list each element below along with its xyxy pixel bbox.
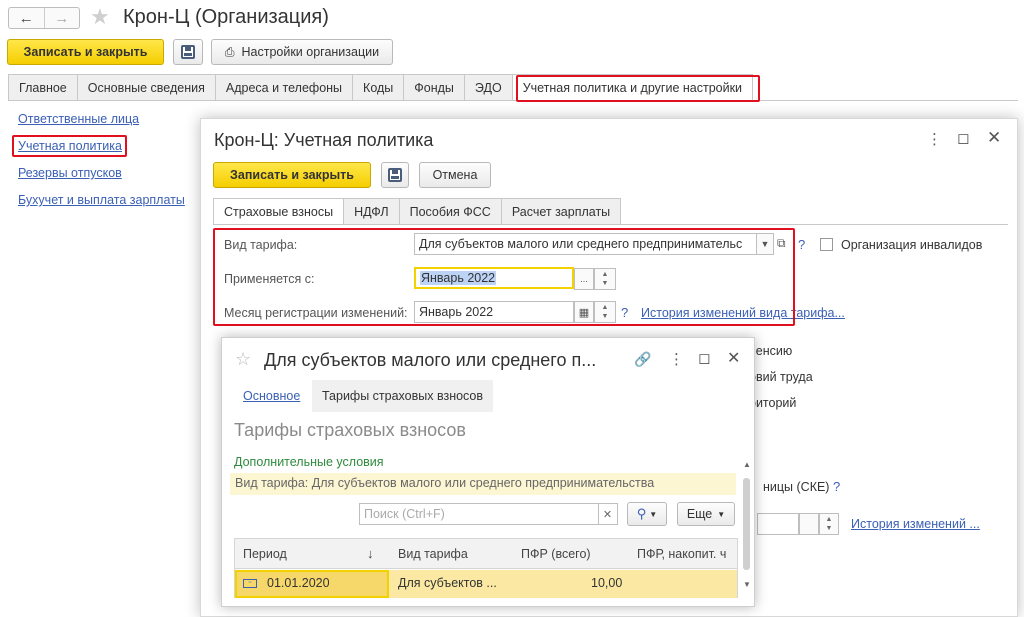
col-tariff[interactable]: Вид тарифа (398, 547, 468, 561)
tab-insurance[interactable]: Страховые взносы (213, 198, 345, 224)
dialog-tabs: Страховые взносы НДФЛ Пособия ФСС Расчет… (213, 198, 622, 224)
favorite-star-icon[interactable]: ☆ (235, 349, 251, 370)
sidenav-responsible[interactable]: Ответственные лица (18, 112, 139, 126)
cell-tariff: Для субъектов ... (398, 576, 497, 590)
hidden-text-pension: пенсию (749, 344, 793, 358)
more-vertical-icon[interactable]: ⋮ (927, 130, 942, 148)
col-pfr[interactable]: ПФР (всего) (521, 547, 591, 561)
chevron-down-icon: ▼ (717, 509, 726, 519)
link-icon[interactable]: 🔗 (634, 351, 651, 368)
table-row[interactable]: ~ 01.01.2020 Для субъектов ... 10,00 (235, 570, 737, 598)
scroll-down-icon[interactable]: ▼ (743, 580, 751, 589)
maximize-icon[interactable]: ◻ (957, 129, 969, 147)
spin-down-icon[interactable]: ▼ (826, 524, 833, 533)
close-icon[interactable]: ✕ (727, 348, 740, 368)
scroll-up-icon[interactable]: ▲ (743, 460, 751, 469)
clear-search-icon[interactable]: ✕ (598, 503, 618, 525)
maximize-icon[interactable]: ◻ (698, 349, 710, 367)
back-arrow-icon[interactable]: ← (9, 8, 44, 28)
disabled-org-checkbox[interactable] (820, 238, 833, 251)
spin-up-icon[interactable]: ▲ (826, 515, 833, 524)
popup-tab-main[interactable]: Основное (243, 389, 300, 403)
tab-codes[interactable]: Коды (352, 74, 405, 100)
ske-spinner[interactable]: ▲ ▼ (819, 513, 839, 535)
dialog-save-button[interactable] (381, 162, 409, 188)
close-icon[interactable]: ✕ (987, 128, 1001, 148)
highlight-policy-tab (516, 75, 760, 102)
org-settings-button[interactable]: ⎙ Настройки организации (211, 39, 393, 65)
save-close-button[interactable]: Записать и закрыть (7, 39, 164, 65)
highlight-policy-link (12, 135, 127, 157)
col-period[interactable]: Период (243, 547, 287, 561)
tab-edo[interactable]: ЭДО (463, 74, 513, 100)
tab-fss[interactable]: Пособия ФСС (398, 198, 502, 224)
search-input[interactable]: Поиск (Ctrl+F) (359, 503, 599, 525)
cell-pfr: 10,00 (591, 576, 623, 590)
table-header: Период ↓ Вид тарифа ПФР (всего) ПФР, нак… (235, 539, 737, 569)
tab-funds[interactable]: Фонды (403, 74, 465, 100)
hidden-text-work: овий труда (749, 370, 813, 384)
tariff-help-icon[interactable]: ? (798, 237, 805, 252)
tariff-info-bar: Вид тарифа: Для субъектов малого или сре… (230, 473, 736, 495)
cancel-button[interactable]: Отмена (419, 162, 491, 188)
popup-tab-rates[interactable]: Тарифы страховых взносов (312, 380, 493, 412)
row-record-icon: ~ (243, 579, 257, 588)
ske-select-button[interactable] (799, 513, 819, 535)
popup-title: Для субъектов малого или среднего п... (264, 350, 597, 370)
more-button[interactable]: Еще ▼ (677, 502, 735, 526)
hidden-text-ske: ницы (СКЕ) (763, 480, 830, 494)
chevron-down-icon: ▼ (649, 509, 658, 519)
hidden-text-territory: риторий (749, 396, 797, 410)
window-title: Крон-Ц (Организация) (123, 6, 329, 28)
floppy-disk-icon (388, 168, 402, 182)
highlight-tariff-fields (213, 228, 795, 326)
forward-arrow-icon[interactable]: → (43, 8, 80, 28)
dialog-title: Крон-Ц: Учетная политика (214, 130, 434, 150)
sidenav-accounting-salary[interactable]: Бухучет и выплата зарплаты (18, 193, 185, 207)
ske-help-icon[interactable]: ? (833, 479, 840, 494)
cell-period: 01.01.2020 (267, 576, 330, 590)
search-icon: ⚲ (636, 506, 647, 521)
tab-addresses[interactable]: Адреса и телефоны (214, 74, 354, 100)
rates-table: Период ↓ Вид тарифа ПФР (всего) ПФР, нак… (234, 538, 738, 598)
extra-conditions-label: Дополнительные условия (234, 455, 384, 469)
tab-ndfl[interactable]: НДФЛ (343, 198, 400, 224)
ske-input[interactable] (757, 513, 799, 535)
more-vertical-icon[interactable]: ⋮ (669, 350, 684, 368)
tabs-divider (8, 100, 1018, 101)
tab-main[interactable]: Главное (8, 74, 78, 100)
printer-icon: ⎙ (224, 44, 235, 59)
tab-salary-calc[interactable]: Расчет зарплаты (500, 198, 622, 224)
disabled-org-label: Организация инвалидов (841, 238, 983, 252)
dialog-tabs-divider (213, 224, 1008, 225)
ske-history-link[interactable]: История изменений ... (851, 517, 980, 531)
more-label: Еще (686, 507, 713, 521)
search-button[interactable]: ⚲ ▼ (627, 502, 667, 526)
tariff-popup: ☆ Для субъектов малого или среднего п...… (221, 337, 755, 607)
floppy-disk-icon (181, 45, 195, 59)
dialog-save-close-button[interactable]: Записать и закрыть (213, 162, 371, 188)
favorite-star-icon[interactable]: ★ (90, 4, 110, 30)
col-pfr-acc[interactable]: ПФР, накопит. ч (637, 547, 726, 561)
tab-basic-info[interactable]: Основные сведения (76, 74, 216, 100)
org-settings-label: Настройки организации (241, 45, 380, 59)
sort-down-icon[interactable]: ↓ (367, 546, 374, 561)
nav-buttons: ← → (8, 7, 80, 29)
sidenav-vacation-reserves[interactable]: Резервы отпусков (18, 166, 122, 180)
popup-heading: Тарифы страховых взносов (234, 420, 466, 440)
scrollbar-thumb[interactable] (743, 478, 750, 570)
save-button[interactable] (173, 39, 203, 65)
